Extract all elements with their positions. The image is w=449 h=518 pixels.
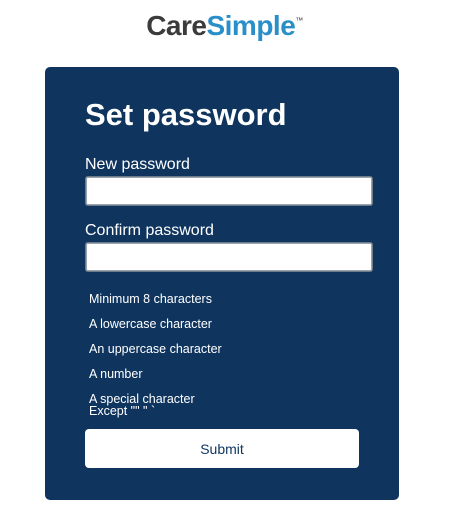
- confirm-password-input[interactable]: [85, 242, 373, 272]
- logo-trademark: ™: [295, 16, 303, 25]
- new-password-label: New password: [85, 156, 190, 173]
- requirement-special-exceptions: Except "" " `: [89, 404, 156, 418]
- confirm-password-label: Confirm password: [85, 222, 214, 239]
- logo-text-simple: Simple: [206, 10, 296, 41]
- set-password-card: Set password New password Confirm passwo…: [45, 67, 399, 500]
- requirement-uppercase: An uppercase character: [89, 342, 222, 356]
- logo-text-care: Care: [146, 10, 207, 41]
- new-password-input[interactable]: [85, 176, 373, 206]
- page-title: Set password: [85, 97, 287, 132]
- requirement-lowercase: A lowercase character: [89, 317, 212, 331]
- caresimple-logo: CareSimple™: [0, 10, 449, 42]
- requirement-min-length: Minimum 8 characters: [89, 292, 212, 306]
- password-requirements: Minimum 8 characters A lowercase charact…: [89, 293, 349, 430]
- submit-button[interactable]: Submit: [85, 429, 359, 468]
- requirement-number: A number: [89, 367, 143, 381]
